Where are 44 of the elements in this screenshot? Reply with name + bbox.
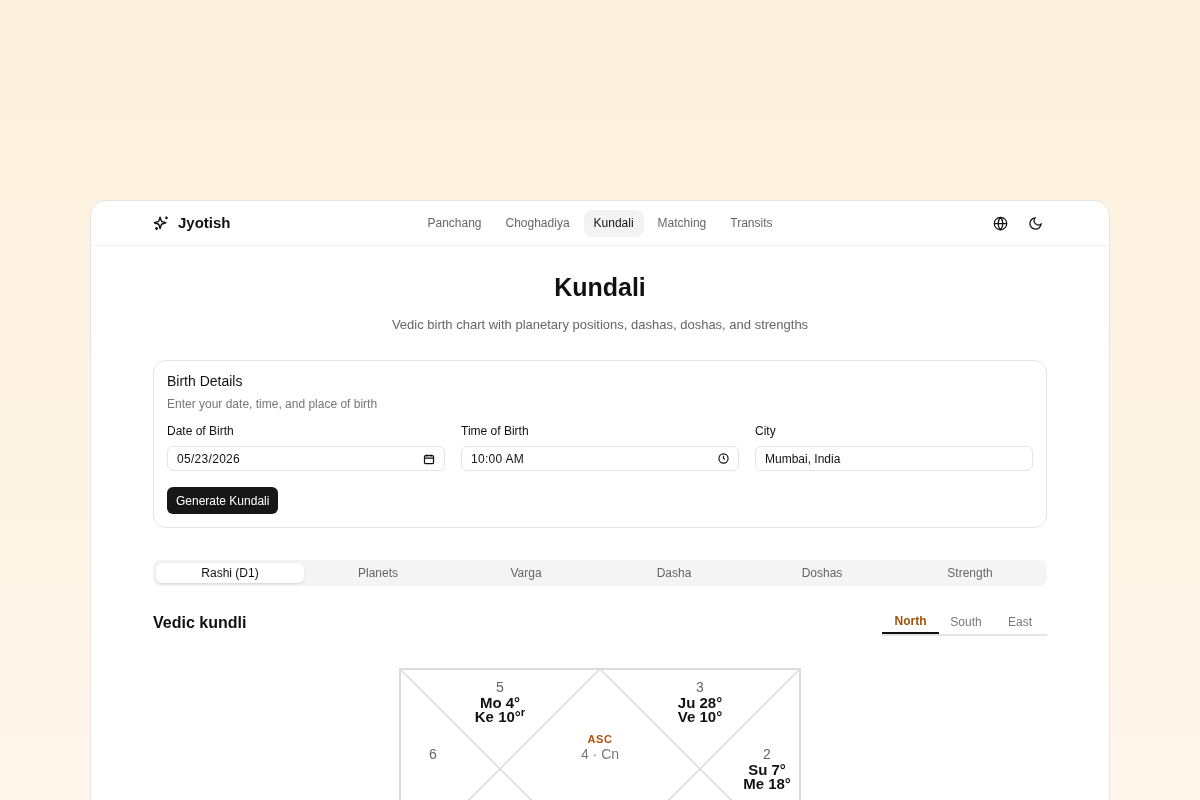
card-description: Enter your date, time, and place of birth bbox=[167, 396, 379, 413]
planet-position: Ju 28° bbox=[677, 696, 723, 710]
calendar-icon[interactable] bbox=[423, 452, 435, 465]
nav-link[interactable]: Choghadiya bbox=[495, 209, 580, 237]
planet-position: Ke 10°$^{r}$ bbox=[474, 710, 526, 724]
nav-link[interactable]: Panchang bbox=[417, 209, 492, 237]
chart-style-tab[interactable]: North bbox=[882, 610, 939, 634]
planet-position: Mo 4° bbox=[479, 696, 521, 710]
field-label: Time of Birth bbox=[461, 423, 530, 440]
globe-icon bbox=[993, 215, 1008, 231]
chart-style-tab[interactable]: East bbox=[993, 610, 1047, 634]
house-number: 6 bbox=[429, 745, 437, 763]
planet-position: Su 7° bbox=[748, 763, 786, 777]
card-title: Birth Details bbox=[167, 372, 244, 391]
page-subtitle: Vedic birth chart with planetary positions, dashas, doshas, and strengths bbox=[390, 315, 810, 334]
city-field[interactable]: Mumbai, India bbox=[755, 446, 1033, 471]
planet-position: Ve 10° bbox=[677, 710, 723, 724]
field-label: Date of Birth bbox=[167, 423, 235, 440]
planet-position: Me 18° bbox=[743, 777, 791, 791]
nav-link[interactable]: Matching bbox=[647, 209, 717, 237]
tab[interactable]: Strength bbox=[896, 563, 1044, 583]
house-number: 2 bbox=[763, 745, 771, 763]
ascendant-label: ASC bbox=[587, 732, 613, 746]
house-number: 3 bbox=[696, 678, 704, 696]
tab[interactable]: Varga bbox=[452, 563, 600, 583]
page-title: Kundali bbox=[553, 272, 647, 303]
clock-icon[interactable] bbox=[718, 453, 729, 464]
ascendant-sign: 4 · Cn bbox=[580, 746, 620, 762]
house-number: 5 bbox=[496, 678, 504, 696]
field-label: City bbox=[755, 423, 777, 440]
nav-link[interactable]: Transits bbox=[720, 209, 783, 237]
tab[interactable]: Doshas bbox=[748, 563, 896, 583]
brand-name[interactable]: Jyotish bbox=[178, 211, 231, 235]
time-field[interactable]: 10:00 AM bbox=[461, 446, 739, 471]
chart-style-tab[interactable]: South bbox=[939, 610, 993, 634]
tab[interactable]: Planets bbox=[304, 563, 452, 583]
nav-link[interactable]: Kundali bbox=[583, 209, 644, 237]
date-field[interactable]: 05/23/2026 bbox=[167, 446, 445, 471]
moon-icon bbox=[1028, 215, 1043, 231]
section-title: Vedic kundli bbox=[153, 613, 247, 633]
tab[interactable]: Rashi (D1) bbox=[156, 563, 304, 583]
tab[interactable]: Dasha bbox=[600, 563, 748, 583]
sparkles-icon bbox=[153, 214, 170, 232]
generate-kundali-button[interactable]: Generate Kundali bbox=[167, 487, 279, 514]
